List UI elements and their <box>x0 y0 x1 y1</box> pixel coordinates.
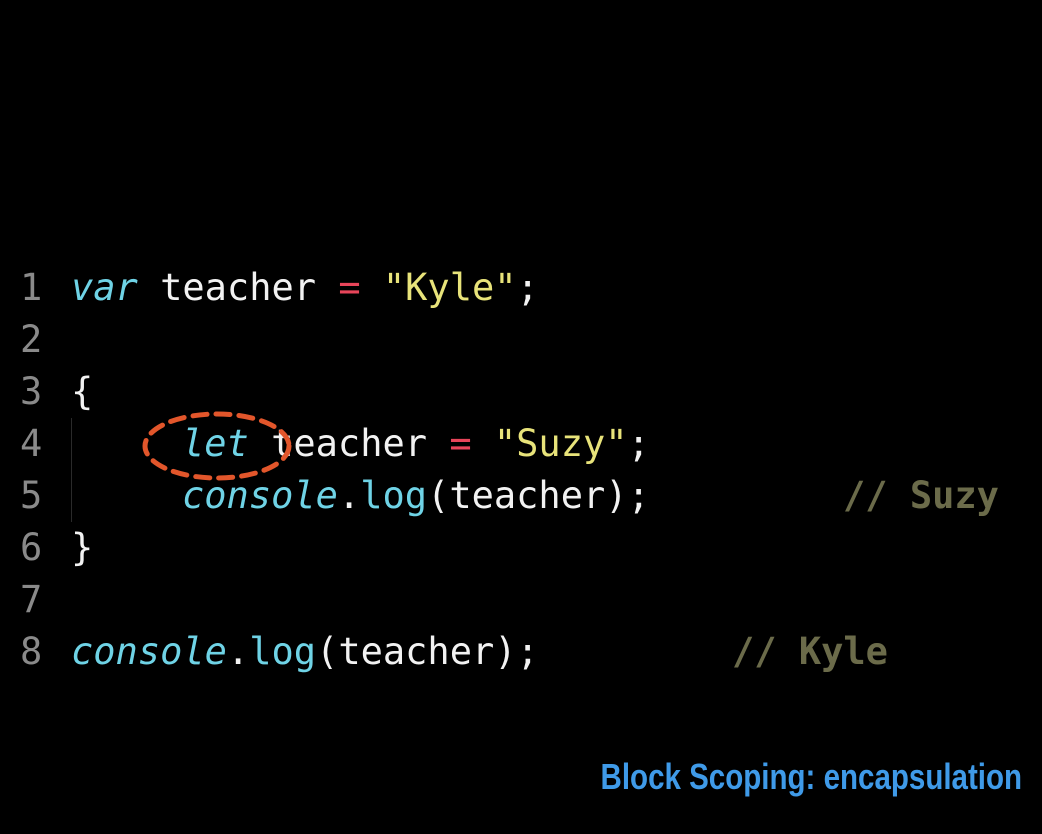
highlight-ellipse <box>142 411 292 481</box>
line-content: { <box>71 366 93 418</box>
code-string: "Suzy" <box>493 422 628 465</box>
code-line: 2 <box>0 314 1042 366</box>
code-text: ; <box>516 266 539 309</box>
code-method: log <box>249 630 317 673</box>
code-line: 6 } <box>0 522 1042 574</box>
code-keyword: console <box>71 630 227 673</box>
code-operator: = <box>338 266 361 309</box>
code-method: log <box>360 474 428 517</box>
line-number: 6 <box>20 526 43 569</box>
highlight-circle <box>142 411 292 481</box>
code-text: ; <box>627 422 650 465</box>
code-comment: // Suzy <box>843 474 999 517</box>
line-number: 4 <box>20 422 43 465</box>
indent-guide <box>71 418 72 522</box>
slide-caption: Block Scoping: encapsulation <box>600 756 1022 797</box>
code-line: 7 <box>0 574 1042 626</box>
line-content: var teacher = "Kyle"; <box>71 262 539 314</box>
code-string: "Kyle" <box>382 266 517 309</box>
line-number: 8 <box>20 630 43 673</box>
code-text: teacher <box>137 266 339 309</box>
code-text: . <box>226 630 250 673</box>
line-number: 2 <box>20 318 43 361</box>
code-line: 8 console.log(teacher); // Kyle <box>0 626 1042 678</box>
line-content: } <box>71 522 93 574</box>
line-number: 5 <box>20 474 43 517</box>
line-number: 1 <box>20 266 43 309</box>
code-text: . <box>337 474 361 517</box>
code-operator: = <box>449 422 472 465</box>
line-number: 7 <box>20 578 43 621</box>
code-text: { <box>71 370 94 413</box>
code-text: } <box>71 526 94 569</box>
code-comment: // Kyle <box>732 630 888 673</box>
line-content: console.log(teacher); // Kyle <box>71 626 888 678</box>
code-keyword: var <box>71 266 138 309</box>
code-text: (teacher); <box>316 630 539 673</box>
line-number: 3 <box>20 370 43 413</box>
code-line: 1 var teacher = "Kyle"; <box>0 262 1042 314</box>
code-text: (teacher); <box>427 474 650 517</box>
